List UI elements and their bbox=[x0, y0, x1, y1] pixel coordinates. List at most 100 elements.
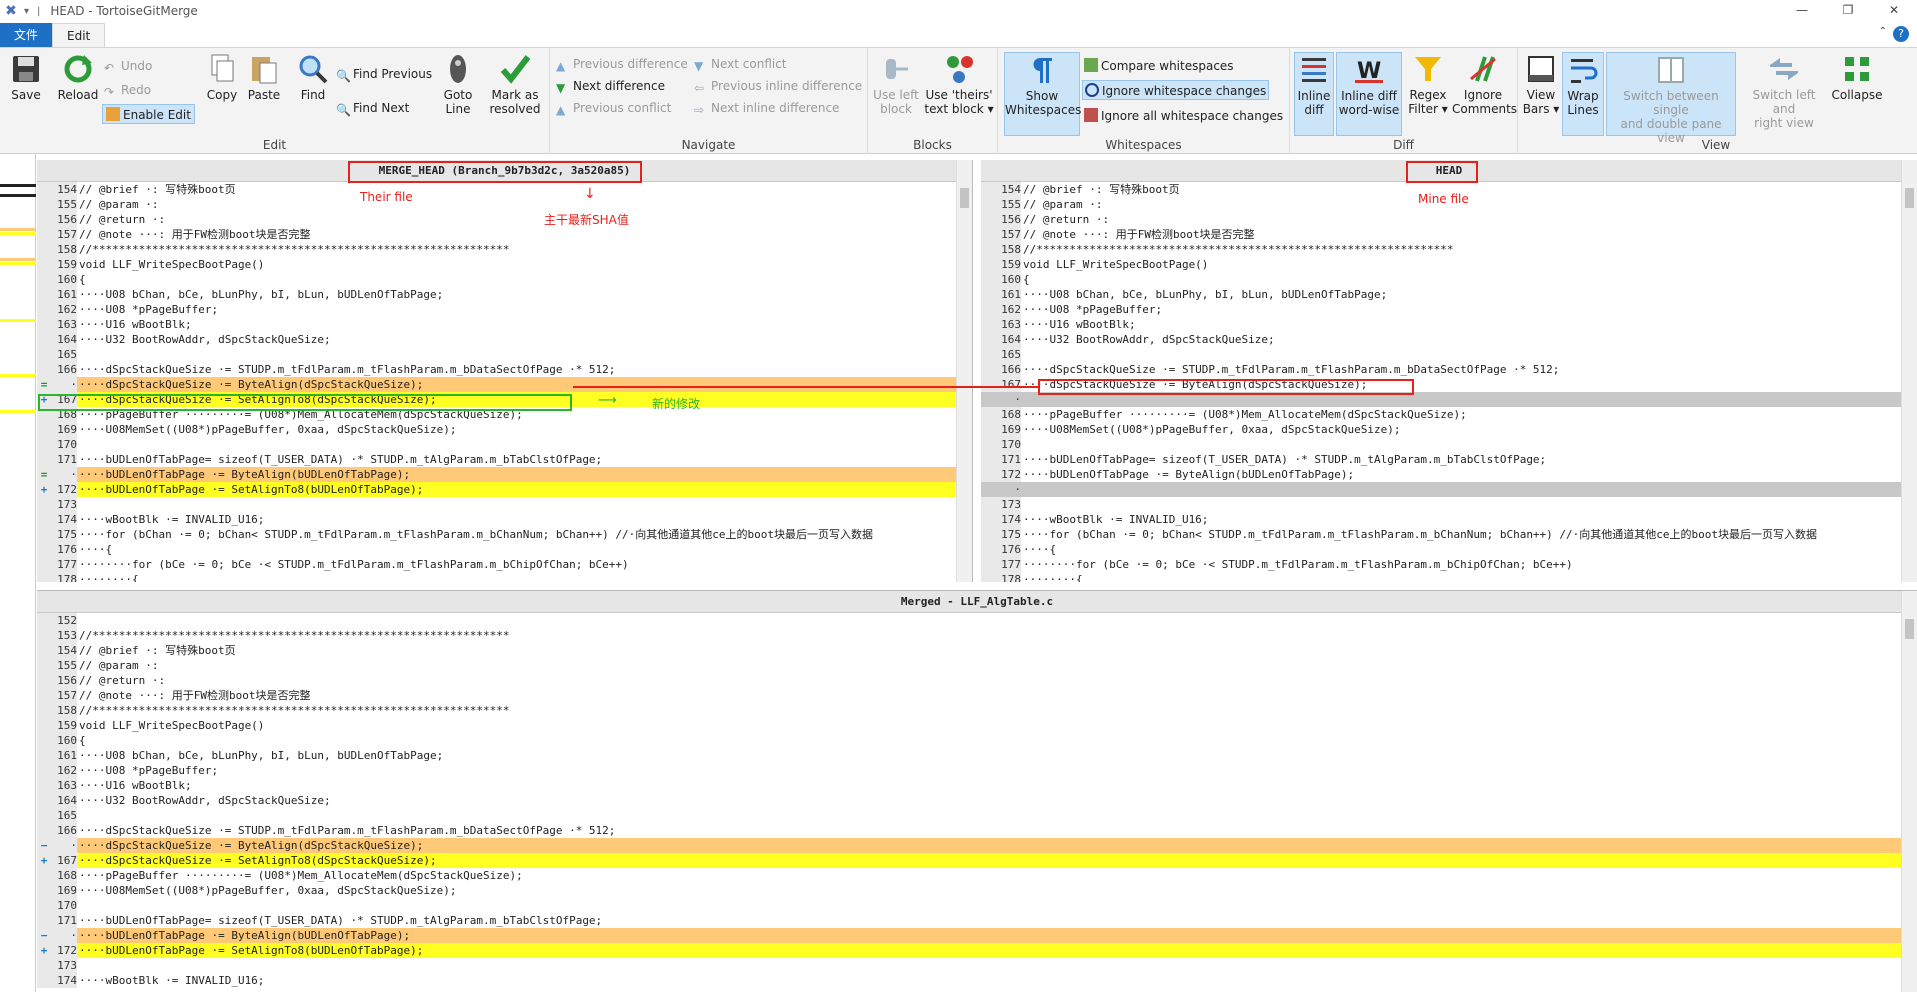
code-line[interactable]: 169 ····U08MemSet((U08*)pPageBuffer, 0xaa… bbox=[37, 883, 1917, 898]
code-line[interactable]: 168 ····pPageBuffer ·········= (U08*)Mem_… bbox=[37, 868, 1917, 883]
code-line[interactable]: 165 bbox=[981, 347, 1917, 362]
code-line[interactable]: 155// @param ·: bbox=[37, 658, 1917, 673]
inline-diff-word-wise-button[interactable]: W Inline diff word-wise bbox=[1336, 52, 1402, 136]
code-line[interactable]: 154// @brief ·: 写特殊boot页 bbox=[37, 182, 972, 197]
copy-button[interactable]: Copy bbox=[204, 52, 240, 102]
code-line[interactable]: 157// @note ···: 用于FW检测boot块是否完整 bbox=[37, 227, 972, 242]
switch-left-right-button[interactable]: Switch left and right view bbox=[1740, 52, 1828, 130]
code-line[interactable]: 166 ····dSpcStackQueSize ·= STUDP.m_tFdlP… bbox=[981, 362, 1917, 377]
code-line[interactable]: 174 ····wBootBlk ·= INVALID_U16; bbox=[37, 512, 972, 527]
reload-button[interactable]: Reload bbox=[54, 52, 102, 102]
view-bars-dropdown-icon[interactable]: ▾ bbox=[1549, 102, 1559, 116]
mine-pane[interactable]: HEAD 154// @brief ·: 写特殊boot页 155// @para… bbox=[981, 160, 1917, 582]
code-line[interactable]: 157// @note ···: 用于FW检测boot块是否完整 bbox=[37, 688, 1917, 703]
code-line[interactable]: 166 ····dSpcStackQueSize ·= STUDP.m_tFdlP… bbox=[37, 823, 1917, 838]
tortoise-app-icon[interactable]: ✖ bbox=[2, 2, 20, 20]
locator-bar[interactable] bbox=[0, 154, 36, 992]
ignore-comments-button[interactable]: Ignore Comments bbox=[1452, 52, 1517, 116]
merged-vertical-scrollbar[interactable] bbox=[1901, 591, 1917, 992]
redo-button[interactable]: ↷ Redo bbox=[104, 80, 151, 100]
undo-button[interactable]: ↶ Undo bbox=[104, 56, 152, 76]
code-line[interactable]: 178 ········{ bbox=[37, 572, 972, 582]
code-line[interactable]: 176 ····{ bbox=[37, 542, 972, 557]
save-button[interactable]: Save bbox=[6, 52, 46, 102]
previous-conflict-button[interactable]: ▲ Previous conflict bbox=[556, 98, 671, 118]
code-line[interactable]: 173 bbox=[37, 958, 1917, 973]
code-line[interactable]: +172 ····bUDLenOfTabPage ·= SetAlignTo8(b… bbox=[37, 943, 1917, 958]
code-line[interactable]: 162 ····U08 *pPageBuffer; bbox=[37, 302, 972, 317]
minimize-button[interactable]: — bbox=[1779, 0, 1825, 22]
code-line[interactable]: 162 ····U08 *pPageBuffer; bbox=[981, 302, 1917, 317]
code-line[interactable]: − · ····bUDLenOfTabPage ·= ByteAlign(bUDLe… bbox=[37, 928, 1917, 943]
code-line[interactable]: 161 ····U08 bChan, bCe, bLunPhy, bI, bLun… bbox=[37, 287, 972, 302]
use-left-block-button[interactable]: Use left block bbox=[872, 52, 920, 116]
code-line[interactable]: 170 bbox=[981, 437, 1917, 452]
code-line[interactable]: 164 ····U32 BootRowAddr, dSpcStackQueSize… bbox=[37, 332, 972, 347]
previous-difference-button[interactable]: ▲ Previous difference bbox=[556, 54, 688, 74]
code-line[interactable]: 163 ····U16 wBootBlk; bbox=[981, 317, 1917, 332]
code-line[interactable]: 158//***********************************… bbox=[981, 242, 1917, 257]
code-line[interactable]: 170 bbox=[37, 898, 1917, 913]
find-previous-button[interactable]: 🔍 Find Previous bbox=[336, 64, 432, 84]
find-next-button[interactable]: 🔍 Find Next bbox=[336, 98, 409, 118]
collapse-button[interactable]: Collapse bbox=[1830, 52, 1884, 102]
code-line[interactable]: 164 ····U32 BootRowAddr, dSpcStackQueSize… bbox=[981, 332, 1917, 347]
code-line[interactable]: 159 void LLF_WriteSpecBootPage() bbox=[981, 257, 1917, 272]
code-line[interactable]: 169 ····U08MemSet((U08*)pPageBuffer, 0xaa… bbox=[37, 422, 972, 437]
code-line[interactable]: 158//***********************************… bbox=[37, 703, 1917, 718]
code-line[interactable]: 160{ bbox=[981, 272, 1917, 287]
use-theirs-text-block-button[interactable]: Use 'theirs' text block ▾ bbox=[924, 52, 994, 116]
find-button[interactable]: Find bbox=[296, 52, 330, 102]
code-line[interactable]: 171 ····bUDLenOfTabPage= sizeof(T_USER_DA… bbox=[37, 913, 1917, 928]
switch-single-double-pane-button[interactable]: Switch between single and double pane vi… bbox=[1606, 52, 1736, 145]
code-line[interactable]: 166 ····dSpcStackQueSize ·= STUDP.m_tFdlP… bbox=[37, 362, 972, 377]
code-line[interactable]: 164 ····U32 BootRowAddr, dSpcStackQueSize… bbox=[37, 793, 1917, 808]
use-theirs-dropdown-icon[interactable]: ▾ bbox=[984, 102, 994, 116]
code-line[interactable]: 161 ····U08 bChan, bCe, bLunPhy, bI, bLun… bbox=[37, 748, 1917, 763]
code-line[interactable]: 152 bbox=[37, 613, 1917, 628]
tab-edit[interactable]: Edit bbox=[52, 23, 106, 47]
quick-access-dropdown-icon[interactable]: ▾ bbox=[24, 6, 29, 17]
ignore-whitespace-changes-button[interactable]: Ignore whitespace changes bbox=[1082, 80, 1270, 100]
code-line[interactable]: 161 ····U08 bChan, bCe, bLunPhy, bI, bLun… bbox=[981, 287, 1917, 302]
compare-whitespaces-button[interactable]: Compare whitespaces bbox=[1084, 56, 1234, 76]
maximize-button[interactable]: ❐ bbox=[1825, 0, 1871, 22]
wrap-lines-button[interactable]: Wrap Lines bbox=[1562, 52, 1604, 136]
view-bars-button[interactable]: View Bars ▾ bbox=[1522, 52, 1560, 116]
enable-edit-button[interactable]: Enable Edit bbox=[102, 104, 195, 124]
help-icon[interactable]: ? bbox=[1893, 26, 1909, 42]
code-line[interactable]: 178 ········{ bbox=[981, 572, 1917, 582]
code-line[interactable]: 177 ········for (bCe ·= 0; bCe ·< STUDP.m… bbox=[37, 557, 972, 572]
code-line[interactable]: 153//***********************************… bbox=[37, 628, 1917, 643]
code-line[interactable]: − · ····dSpcStackQueSize ·= ByteAlign(dSpc… bbox=[37, 838, 1917, 853]
code-line[interactable]: 157// @note ···: 用于FW检测boot块是否完整 bbox=[981, 227, 1917, 242]
code-line[interactable]: 165 bbox=[37, 808, 1917, 823]
mine-scroll-thumb[interactable] bbox=[1905, 188, 1914, 208]
previous-inline-difference-button[interactable]: ⇦ Previous inline difference bbox=[694, 76, 862, 96]
code-line[interactable]: 175 ····for (bChan ·= 0; bChan< STUDP.m_t… bbox=[37, 527, 972, 542]
mine-vertical-scrollbar[interactable] bbox=[1901, 160, 1917, 582]
regex-dropdown-icon[interactable]: ▾ bbox=[1438, 102, 1448, 116]
theirs-pane[interactable]: MERGE_HEAD (Branch_9b7b3d2c, 3a520a85) 1… bbox=[37, 160, 973, 582]
code-line[interactable]: 176 ····{ bbox=[981, 542, 1917, 557]
code-line[interactable]: 159 void LLF_WriteSpecBootPage() bbox=[37, 257, 972, 272]
next-inline-difference-button[interactable]: ⇨ Next inline difference bbox=[694, 98, 839, 118]
code-line[interactable]: 171 ····bUDLenOfTabPage= sizeof(T_USER_DA… bbox=[981, 452, 1917, 467]
goto-line-button[interactable]: Goto Line bbox=[440, 52, 476, 116]
mark-as-resolved-button[interactable]: Mark as resolved bbox=[486, 52, 544, 116]
regex-filter-button[interactable]: Regex Filter ▾ bbox=[1406, 52, 1450, 116]
merged-pane[interactable]: Merged - LLF_AlgTable.c 152 153//********… bbox=[37, 590, 1917, 992]
code-line[interactable]: 156// @return ·: bbox=[37, 673, 1917, 688]
code-line[interactable]: 160{ bbox=[37, 272, 972, 287]
next-difference-button[interactable]: ▼ Next difference bbox=[556, 76, 665, 96]
ribbon-collapse-icon[interactable]: ⌃ bbox=[1879, 26, 1887, 37]
theirs-scroll-thumb[interactable] bbox=[960, 188, 969, 208]
code-line[interactable]: 173 bbox=[37, 497, 972, 512]
code-line[interactable]: +172 ····bUDLenOfTabPage ·= SetAlignTo8(b… bbox=[37, 482, 972, 497]
inline-diff-button[interactable]: Inline diff bbox=[1294, 52, 1334, 136]
code-line[interactable]: 174 ····wBootBlk ·= INVALID_U16; bbox=[981, 512, 1917, 527]
code-line[interactable]: 159 void LLF_WriteSpecBootPage() bbox=[37, 718, 1917, 733]
code-line[interactable]: · bbox=[981, 482, 1917, 497]
theirs-code-view[interactable]: 154// @brief ·: 写特殊boot页 155// @param ·: 1… bbox=[37, 182, 972, 582]
code-line[interactable]: 163 ····U16 wBootBlk; bbox=[37, 778, 1917, 793]
